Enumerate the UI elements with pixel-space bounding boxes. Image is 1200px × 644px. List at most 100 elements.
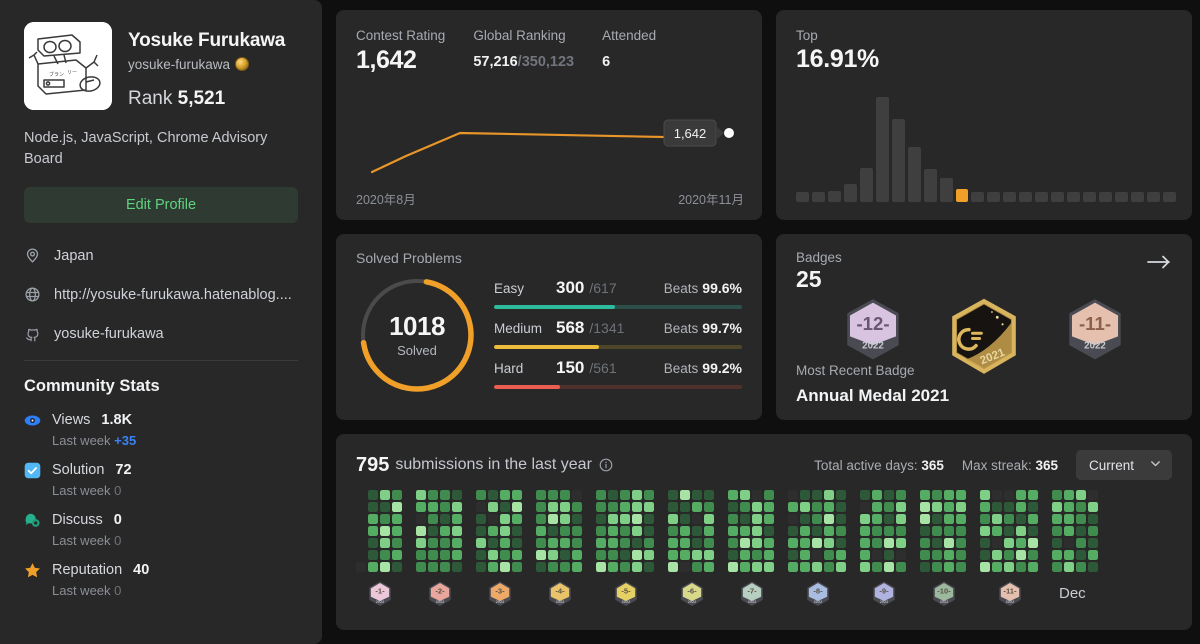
heatmap-cell[interactable] — [1052, 538, 1062, 548]
heatmap-cell[interactable] — [416, 526, 426, 536]
heatmap-cell[interactable] — [1016, 514, 1026, 524]
heatmap-cell[interactable] — [380, 550, 390, 560]
heatmap-cell[interactable] — [944, 562, 954, 572]
heatmap-cell[interactable] — [380, 562, 390, 572]
heatmap-cell[interactable] — [428, 514, 438, 524]
heatmap-cell[interactable] — [500, 550, 510, 560]
heatmap-cell[interactable] — [704, 562, 714, 572]
heatmap-cell[interactable] — [416, 514, 426, 524]
heatmap-cell[interactable] — [644, 490, 654, 500]
heatmap-cell[interactable] — [392, 550, 402, 560]
heatmap-cell[interactable] — [824, 550, 834, 560]
heatmap-cell[interactable] — [452, 538, 462, 548]
heatmap-cell[interactable] — [1088, 514, 1098, 524]
heatmap-cell[interactable] — [572, 562, 582, 572]
heatmap-cell[interactable] — [428, 550, 438, 560]
heatmap-cell[interactable] — [932, 538, 942, 548]
heatmap-cell[interactable] — [380, 514, 390, 524]
info-row-github[interactable]: yosuke-furukawa — [24, 321, 298, 346]
heatmap-cell[interactable] — [1028, 550, 1038, 560]
heatmap-cell[interactable] — [980, 550, 990, 560]
annual-medal-icon[interactable]: 2021 — [946, 296, 1022, 386]
heatmap-cell[interactable] — [992, 550, 1002, 560]
heatmap-cell[interactable] — [536, 562, 546, 572]
heatmap-cell[interactable] — [632, 490, 642, 500]
heatmap-cell[interactable] — [668, 550, 678, 560]
heatmap-cell[interactable] — [692, 538, 702, 548]
heatmap-cell[interactable] — [368, 538, 378, 548]
heatmap-cell[interactable] — [428, 502, 438, 512]
heatmap-cell[interactable] — [788, 550, 798, 560]
heatmap-cell[interactable] — [896, 490, 906, 500]
heatmap-cell[interactable] — [992, 538, 1002, 548]
heatmap-cell[interactable] — [752, 502, 762, 512]
heatmap-cell[interactable] — [992, 526, 1002, 536]
heatmap-cell[interactable] — [1076, 490, 1086, 500]
heatmap-cell[interactable] — [476, 550, 486, 560]
heatmap-cell[interactable] — [500, 526, 510, 536]
heatmap-cell[interactable] — [536, 538, 546, 548]
heatmap-cell[interactable] — [440, 550, 450, 560]
heatmap-cell[interactable] — [932, 526, 942, 536]
heatmap-cell[interactable] — [728, 490, 738, 500]
heatmap-cell[interactable] — [1088, 538, 1098, 548]
heatmap-cell[interactable] — [704, 514, 714, 524]
heatmap-cell[interactable] — [1064, 526, 1074, 536]
heatmap-cell[interactable] — [920, 550, 930, 560]
month-badge-icon[interactable]: -1- 2022 — [367, 580, 393, 608]
heatmap-cell[interactable] — [416, 490, 426, 500]
heatmap-cell[interactable] — [692, 562, 702, 572]
heatmap-cell[interactable] — [860, 550, 870, 560]
heatmap-cell[interactable] — [836, 490, 846, 500]
heatmap-cell[interactable] — [884, 550, 894, 560]
heatmap-cell[interactable] — [752, 550, 762, 560]
heatmap-cell[interactable] — [692, 550, 702, 560]
heatmap-cell[interactable] — [1088, 562, 1098, 572]
heatmap-cell[interactable] — [380, 526, 390, 536]
heatmap-cell[interactable] — [620, 526, 630, 536]
heatmap-cell[interactable] — [860, 538, 870, 548]
heatmap-cell[interactable] — [620, 550, 630, 560]
heatmap-cell[interactable] — [512, 502, 522, 512]
heatmap-cell[interactable] — [512, 514, 522, 524]
heatmap-cell[interactable] — [1088, 550, 1098, 560]
heatmap-cell[interactable] — [668, 526, 678, 536]
heatmap-cell[interactable] — [812, 490, 822, 500]
heatmap-cell[interactable] — [740, 514, 750, 524]
avatar[interactable]: ブラン リー — [24, 22, 112, 110]
heatmap-cell[interactable] — [608, 526, 618, 536]
heatmap-cell[interactable] — [740, 526, 750, 536]
heatmap-cell[interactable] — [860, 562, 870, 572]
heatmap-cell[interactable] — [488, 562, 498, 572]
heatmap-cell[interactable] — [980, 490, 990, 500]
heatmap-cell[interactable] — [512, 538, 522, 548]
heatmap-cell[interactable] — [452, 514, 462, 524]
heatmap-cell[interactable] — [800, 490, 810, 500]
heatmap-cell[interactable] — [428, 526, 438, 536]
heatmap-cell[interactable] — [956, 490, 966, 500]
heatmap-cell[interactable] — [788, 538, 798, 548]
heatmap-cell[interactable] — [812, 562, 822, 572]
info-row-website[interactable]: http://yosuke-furukawa.hatenablog.... — [24, 282, 298, 307]
period-select[interactable]: Current — [1076, 450, 1172, 480]
heatmap-cell[interactable] — [392, 514, 402, 524]
heatmap-cell[interactable] — [1004, 526, 1014, 536]
heatmap-cell[interactable] — [440, 562, 450, 572]
heatmap-cell[interactable] — [788, 502, 798, 512]
heatmap-cell[interactable] — [728, 526, 738, 536]
heatmap-cell[interactable] — [620, 490, 630, 500]
heatmap-cell[interactable] — [500, 502, 510, 512]
heatmap-cell[interactable] — [1076, 550, 1086, 560]
heatmap-cell[interactable] — [1088, 526, 1098, 536]
heatmap-cell[interactable] — [704, 490, 714, 500]
heatmap-cell[interactable] — [668, 502, 678, 512]
heatmap-cell[interactable] — [368, 562, 378, 572]
heatmap-cell[interactable] — [428, 562, 438, 572]
heatmap-cell[interactable] — [932, 490, 942, 500]
heatmap-cell[interactable] — [644, 514, 654, 524]
month-badge-icon[interactable]: -3- 2022 — [487, 580, 513, 608]
heatmap-cell[interactable] — [812, 538, 822, 548]
heatmap-cell[interactable] — [884, 538, 894, 548]
heatmap-cell[interactable] — [440, 502, 450, 512]
community-stat-solution[interactable]: Solution 72 Last week 0 — [24, 460, 298, 498]
